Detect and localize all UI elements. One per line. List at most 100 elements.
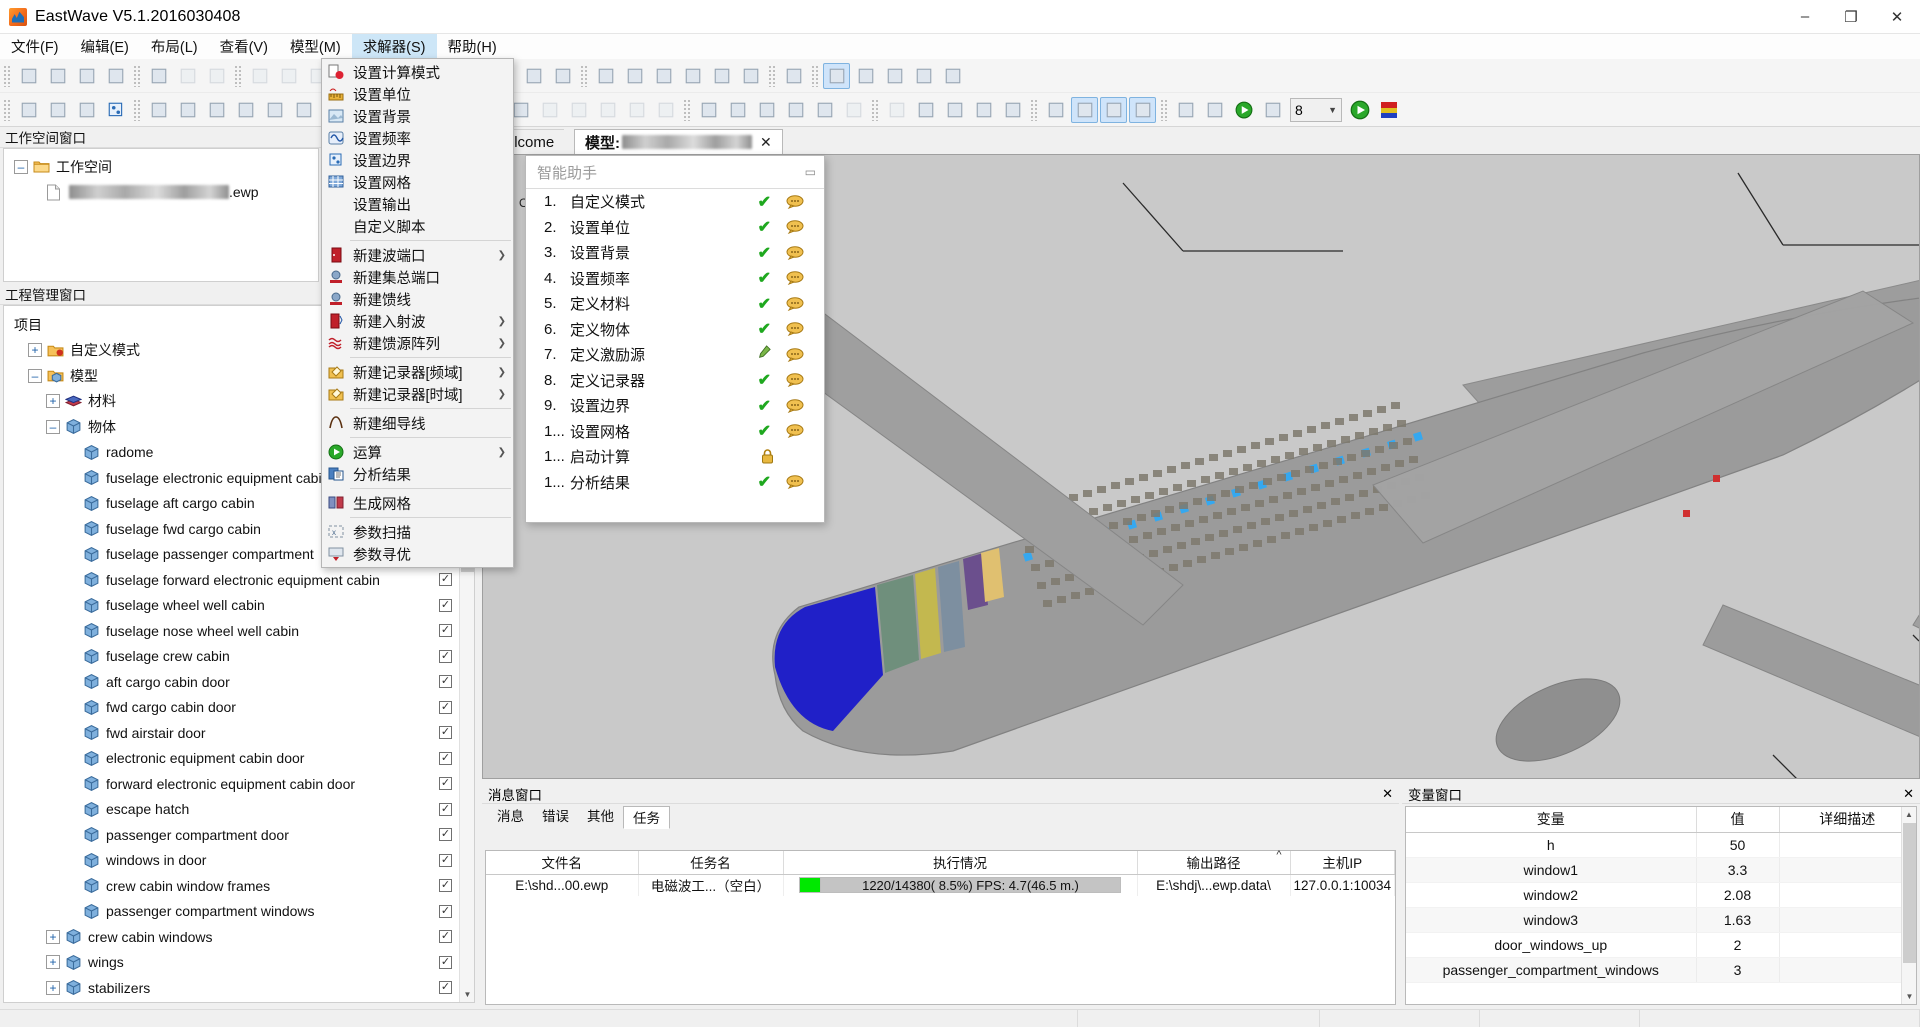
assistant-step-7[interactable]: 7. 定义激励源 bbox=[526, 342, 824, 368]
add-plane-zy-icon[interactable] bbox=[621, 63, 648, 89]
tab-errors[interactable]: 错误 bbox=[533, 803, 578, 828]
toolbar-grip[interactable] bbox=[234, 64, 242, 87]
expander-icon[interactable]: – bbox=[14, 159, 28, 174]
close-icon[interactable]: ✕ bbox=[1382, 786, 1393, 802]
variable-value-cell[interactable]: 2.08 bbox=[1696, 882, 1780, 908]
help-bubble-icon[interactable] bbox=[786, 348, 804, 362]
visibility-checkbox[interactable]: ✓ bbox=[439, 879, 452, 893]
validate-icon[interactable] bbox=[1201, 97, 1228, 123]
move-up-icon[interactable] bbox=[753, 97, 780, 123]
toolbar-grip[interactable] bbox=[683, 98, 691, 121]
tree-node[interactable]: fwd cargo cabin door ✓ bbox=[4, 695, 474, 721]
ball-icon[interactable] bbox=[203, 97, 230, 123]
help-bubble-icon[interactable] bbox=[786, 399, 804, 413]
visibility-checkbox[interactable]: ✓ bbox=[439, 828, 452, 842]
menu-item-feedline[interactable]: 新建馈线 bbox=[322, 288, 513, 310]
menu-item-param-optimize[interactable]: 参数寻优 bbox=[322, 543, 513, 565]
menu-item-feed-array[interactable]: 新建馈源阵列 ❯ bbox=[322, 332, 513, 354]
variable-description-cell[interactable] bbox=[1779, 832, 1916, 858]
toolbar-grip[interactable] bbox=[3, 98, 11, 121]
colormap-icon[interactable] bbox=[1259, 97, 1286, 123]
help-bubble-icon[interactable] bbox=[786, 373, 804, 388]
expand-icon[interactable]: + bbox=[46, 955, 60, 970]
toolbar-grip[interactable] bbox=[811, 64, 819, 87]
variable-description-cell[interactable] bbox=[1779, 932, 1916, 958]
close-icon[interactable]: ✕ bbox=[1903, 786, 1914, 802]
scroll-down-icon[interactable]: ▼ bbox=[1903, 989, 1916, 1004]
tree-node[interactable]: escape hatch ✓ bbox=[4, 797, 474, 823]
scale-in-icon[interactable] bbox=[811, 97, 838, 123]
col-hostip[interactable]: 主机IP bbox=[1290, 851, 1395, 875]
pan-mode-icon[interactable] bbox=[881, 63, 908, 89]
solver-dropdown-menu[interactable]: 设置计算模式 设置单位 设置背景 设置频率 设置边界 设置网格 设置输出 自定义脚本 新建波端口… bbox=[321, 58, 514, 568]
workspace-root-node[interactable]: – 工作空间 bbox=[4, 154, 318, 180]
visibility-checkbox[interactable]: ✓ bbox=[439, 624, 452, 638]
box-icon[interactable] bbox=[145, 97, 172, 123]
subtract-icon[interactable] bbox=[565, 97, 592, 123]
sphere-icon[interactable] bbox=[174, 97, 201, 123]
menu-item-none[interactable]: 设置输出 bbox=[322, 193, 513, 215]
rotate-icon[interactable] bbox=[941, 97, 968, 123]
run-simulation-button[interactable] bbox=[1346, 97, 1373, 123]
menu-solver[interactable]: 求解器(S) bbox=[351, 34, 437, 59]
axes-icon[interactable] bbox=[780, 63, 807, 89]
tree-node[interactable]: fuselage nose wheel well cabin ✓ bbox=[4, 618, 474, 644]
rotate-ccw-icon[interactable] bbox=[970, 97, 997, 123]
save-icon[interactable] bbox=[174, 63, 201, 89]
menu-item-background[interactable]: 设置背景 bbox=[322, 105, 513, 127]
menu-item-grid[interactable]: 设置网格 bbox=[322, 171, 513, 193]
visibility-checkbox[interactable]: ✓ bbox=[439, 802, 452, 816]
task-grid[interactable]: 文件名 任务名 执行情况 输出路径 ^ 主机IP E:\shd...00.ewp… bbox=[485, 849, 1396, 1005]
new-doc-dropdown[interactable] bbox=[44, 63, 71, 89]
menu-item-boundary[interactable]: 设置边界 bbox=[322, 149, 513, 171]
tree-node[interactable]: passenger compartment door ✓ bbox=[4, 822, 474, 848]
col-taskname[interactable]: 任务名 bbox=[638, 851, 784, 875]
tree-node[interactable]: electronic equipment cabin door ✓ bbox=[4, 746, 474, 772]
help-bubble-icon[interactable] bbox=[786, 271, 804, 286]
visibility-checkbox[interactable]: ✓ bbox=[439, 777, 452, 791]
rotate-mode-icon[interactable] bbox=[910, 63, 937, 89]
assistant-step-5[interactable]: 5. 定义材料 ✔ bbox=[526, 291, 824, 317]
col-description[interactable]: 详细描述 bbox=[1779, 807, 1916, 833]
variable-grid[interactable]: 变量 值 详细描述 h 50 window1 3.3 window2 2.08 window… bbox=[1405, 806, 1917, 1005]
tree-node[interactable]: + crew cabin windows ✓ bbox=[4, 924, 474, 950]
project-icon[interactable] bbox=[652, 97, 679, 123]
tab-tasks[interactable]: 任务 bbox=[623, 806, 670, 829]
rotate-cw-icon[interactable] bbox=[999, 97, 1026, 123]
new-doc-icon[interactable] bbox=[15, 63, 42, 89]
tree-node[interactable]: passenger compartment windows ✓ bbox=[4, 899, 474, 925]
expand-icon[interactable]: + bbox=[46, 929, 60, 944]
variable-scrollbar[interactable]: ▲ ▼ bbox=[1901, 807, 1916, 1004]
visibility-checkbox[interactable]: ✓ bbox=[439, 598, 452, 612]
tree-node[interactable]: fwd airstair door ✓ bbox=[4, 720, 474, 746]
visibility-checkbox[interactable]: ✓ bbox=[439, 573, 452, 587]
open-icon[interactable] bbox=[145, 63, 172, 89]
expand-icon[interactable]: + bbox=[46, 394, 60, 409]
image-icon[interactable] bbox=[44, 97, 71, 123]
pin-icon[interactable]: ▭ bbox=[805, 165, 816, 179]
cut-plane-zx-icon[interactable] bbox=[737, 63, 764, 89]
assistant-step-6[interactable]: 6. 定义物体 ✔ bbox=[526, 317, 824, 343]
menu-item-compute-mode[interactable]: 设置计算模式 bbox=[322, 61, 513, 83]
menu-item-run[interactable]: 运算 ❯ bbox=[322, 441, 513, 463]
visibility-checkbox[interactable]: ✓ bbox=[439, 930, 452, 944]
menu-item-frequency[interactable]: 设置频率 bbox=[322, 127, 513, 149]
zoom-out-icon[interactable] bbox=[520, 63, 547, 89]
tree-node[interactable]: crew cabin window frames ✓ bbox=[4, 873, 474, 899]
variable-row[interactable]: passenger_compartment_windows 3 bbox=[1406, 957, 1916, 983]
variable-description-cell[interactable] bbox=[1779, 882, 1916, 908]
help-bubble-icon[interactable] bbox=[786, 297, 804, 311]
variable-value-cell[interactable]: 3 bbox=[1696, 957, 1780, 983]
workspace-tree[interactable]: – 工作空间 .ewp bbox=[3, 148, 319, 282]
menu-item-recorder-freq[interactable]: 新建记录器[频域] ❯ bbox=[322, 361, 513, 383]
visibility-checkbox[interactable]: ✓ bbox=[439, 726, 452, 740]
tree-node[interactable]: fuselage wheel well cabin ✓ bbox=[4, 593, 474, 619]
assistant-step-8[interactable]: 8. 定义记录器 ✔ bbox=[526, 368, 824, 394]
help-bubble-icon[interactable] bbox=[786, 322, 804, 337]
variable-row[interactable]: door_windows_up 2 bbox=[1406, 932, 1916, 958]
tree-node[interactable]: windows in door ✓ bbox=[4, 848, 474, 874]
move-down-icon[interactable] bbox=[782, 97, 809, 123]
tree-node[interactable]: + wings ✓ bbox=[4, 950, 474, 976]
help-bubble-icon[interactable] bbox=[786, 220, 804, 235]
menu-item-generate-mesh[interactable]: 生成网格 bbox=[322, 492, 513, 514]
